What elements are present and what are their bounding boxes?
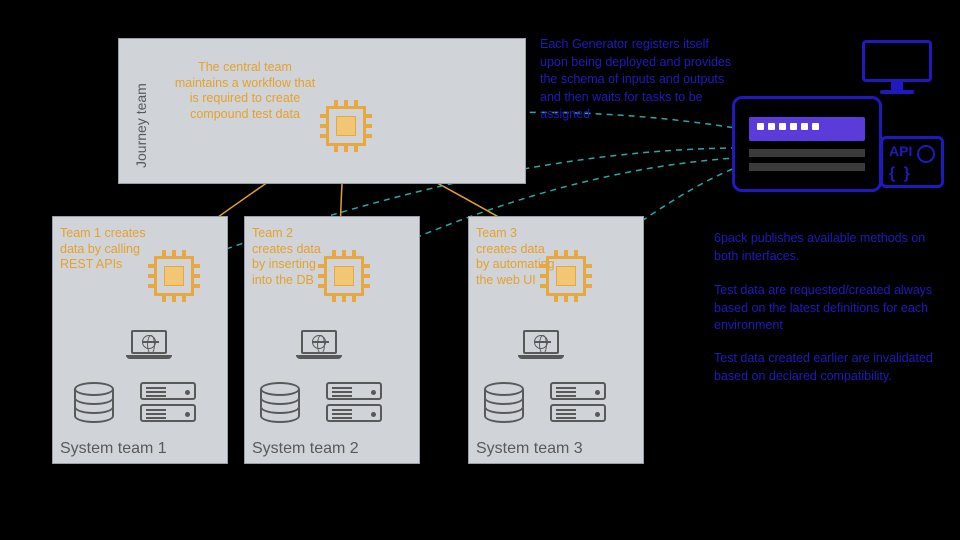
server-icon [140,382,196,426]
right-note-3: Test data created earlier are invalidate… [714,350,934,385]
laptop-icon [518,330,564,359]
system-team-2-title: System team 2 [252,440,359,458]
server-icon [550,382,606,426]
database-icon [74,382,114,423]
system-team-1-title: System team 1 [60,440,167,458]
right-note-1: 6pack publishes available methods on bot… [714,230,934,265]
database-icon [260,382,300,423]
chip-icon [540,250,592,302]
laptop-icon [296,330,342,359]
journey-note: The central team maintains a workflow th… [170,60,320,123]
generator-note: Each Generator registers itself upon bei… [540,36,740,124]
right-note-2: Test data are requested/created always b… [714,282,934,335]
system-team-3-title: System team 3 [476,440,583,458]
server-icon [326,382,382,426]
chip-icon [148,250,200,302]
chip-icon [318,250,370,302]
tablet-icon [732,96,882,192]
team-1-note: Team 1 creates data by calling REST APIs [60,226,152,273]
laptop-icon [126,330,172,359]
api-icon: API{ } [880,136,944,188]
chip-icon [320,100,372,152]
monitor-icon [862,40,932,94]
database-icon [484,382,524,423]
journey-team-label: Journey team [133,83,149,168]
